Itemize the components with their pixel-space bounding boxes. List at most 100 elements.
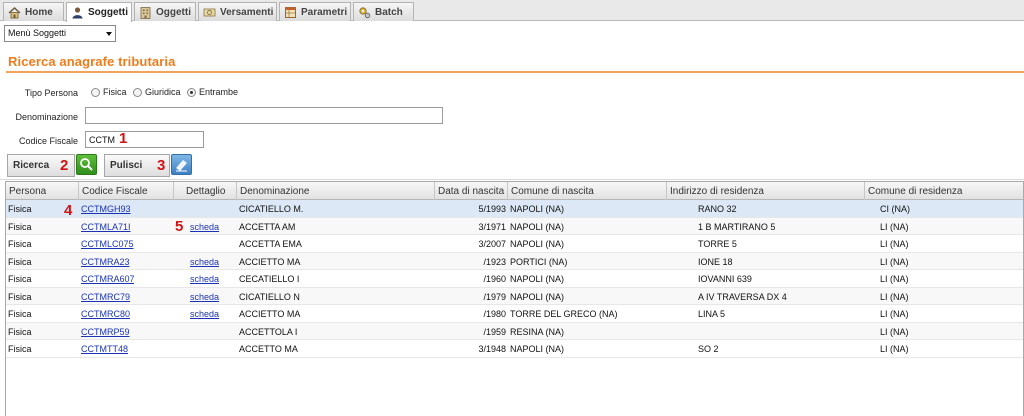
tab-versamenti[interactable]: Versamenti: [198, 2, 277, 21]
annotation-number: 2: [60, 157, 69, 174]
comune-residenza-cell: LI (NA): [880, 291, 909, 302]
comune-nascita-cell: NAPOLI (NA): [510, 221, 565, 232]
codice-fiscale-link[interactable]: CCTMLA71I: [79, 218, 134, 235]
indirizzo-cell: A IV TRAVERSA DX 4: [698, 291, 787, 302]
persona-cell: Fisica: [8, 326, 32, 337]
scheda-link[interactable]: scheda: [188, 253, 237, 270]
denominazione-cell: ACCIETTO MA: [239, 309, 301, 319]
tab-oggetti[interactable]: Oggetti: [134, 2, 196, 21]
comune-residenza-cell: LI (NA): [880, 344, 909, 354]
denominazione-cell: CICATIELLO M.: [239, 204, 304, 214]
search-icon[interactable]: [76, 154, 97, 175]
chevron-down-icon: [106, 32, 112, 36]
persona-cell: Fisica: [8, 309, 32, 319]
annotation-number: 5: [175, 218, 184, 235]
column-header-comune-nascita[interactable]: Comune di nascita: [508, 182, 667, 200]
table-row[interactable]: Fisica CCTMLA71I scheda ACCETTA AM 3/1971 NAP…: [6, 217, 1023, 235]
table-row[interactable]: Fisica CCTMRP59 ACCETTOLA I/1959 RESINA (NA…: [6, 322, 1023, 340]
radio-button[interactable]: [187, 87, 196, 97]
codice-fiscale-link[interactable]: CCTMRP59: [79, 323, 134, 340]
table-row[interactable]: Fisica CCTMRA607 scheda CECATIELLO I/1960 NA…: [6, 270, 1023, 288]
codice-fiscale-link[interactable]: CCTMRA607: [79, 270, 134, 287]
tab-label: Soggetti: [88, 7, 128, 18]
comune-nascita-cell: NAPOLI (NA): [510, 291, 565, 302]
tab-label: Versamenti: [220, 6, 274, 18]
comune-nascita-cell: TORRE DEL GRECO (NA): [510, 309, 618, 319]
column-header-denominazione[interactable]: Denominazione: [237, 182, 435, 200]
denominazione-input[interactable]: [85, 107, 443, 124]
toolbar-separator: [0, 179, 1024, 180]
radio-giuridica[interactable]: Giuridica: [133, 87, 181, 97]
radio-fisica[interactable]: Fisica: [91, 87, 127, 97]
denominazione-cell: CICATIELLO N: [239, 291, 300, 302]
indirizzo-cell: [696, 323, 865, 340]
coins-icon: [203, 6, 216, 19]
data-nascita-cell: /1923: [483, 256, 506, 267]
table-row[interactable]: Fisica CCTMRA23 scheda ACCIETTO MA/1923 PORT…: [6, 252, 1023, 270]
tab-parametri[interactable]: Parametri: [279, 2, 351, 21]
comune-residenza-cell: LI (NA): [880, 326, 909, 337]
codice-fiscale-link[interactable]: CCTMGH93: [79, 200, 134, 217]
tab-batch[interactable]: Batch: [353, 2, 414, 21]
table-row[interactable]: Fisica CCTMLC075 ACCETTA EMA 3/2007 NAPOLI (…: [6, 235, 1023, 253]
table-icon: [284, 6, 297, 19]
scheda-link[interactable]: scheda: [188, 288, 237, 305]
codice-fiscale-link[interactable]: CCTMTT48: [79, 340, 134, 357]
tab-soggetti[interactable]: Soggetti: [66, 2, 132, 22]
comune-residenza-cell: LI (NA): [880, 256, 909, 267]
scheda-link: [188, 323, 237, 340]
table-row[interactable]: Fisica CCTMRC79 scheda CICATIELLO N/1979 NAP…: [6, 287, 1023, 305]
clear-button-label: Pulisci: [110, 160, 143, 171]
menu-select-value: Menù Soggetti: [8, 28, 67, 38]
indirizzo-cell: IOVANNI 639: [698, 274, 752, 284]
column-header-comune-residenza[interactable]: Comune di residenza: [865, 182, 1023, 200]
table-row[interactable]: Fisica CCTMTT48 ACCETTO MA 3/1948 NAPOLI (NA…: [6, 340, 1023, 358]
denominazione-cell: ACCETTO MA: [239, 344, 298, 354]
codice-fiscale-link[interactable]: CCTMRC79: [79, 288, 134, 305]
data-nascita-cell: /1959: [483, 326, 506, 337]
column-header-codice-fiscale[interactable]: Codice Fiscale: [79, 182, 174, 200]
search-button-label: Ricerca: [13, 160, 50, 171]
table-row[interactable]: Fisica CCTMGH93 CICATIELLO M. 5/1993 NAPOLI …: [6, 200, 1023, 218]
radio-entrambe[interactable]: Entrambe: [187, 87, 238, 97]
eraser-icon[interactable]: [171, 154, 192, 175]
comune-residenza-cell: LI (NA): [880, 274, 909, 284]
denominazione-cell: ACCIETTO MA: [239, 256, 301, 267]
tab-label: Parametri: [301, 6, 348, 18]
codice-fiscale-link[interactable]: CCTMRC80: [79, 305, 134, 322]
data-nascita-cell: 5/1993: [478, 204, 506, 214]
column-header-dettaglio[interactable]: Dettaglio: [174, 182, 237, 200]
codice-fiscale-input[interactable]: CCTM: [85, 131, 204, 148]
scheda-link[interactable]: scheda: [188, 270, 237, 287]
persona-cell: Fisica: [8, 291, 32, 302]
codice-fiscale-link[interactable]: CCTMLC075: [79, 235, 134, 252]
comune-residenza-cell: LI (NA): [880, 309, 909, 319]
radio-label: Giuridica: [145, 87, 181, 97]
column-header-data-nascita[interactable]: Data di nascita: [435, 182, 508, 200]
comune-nascita-cell: RESINA (NA): [510, 326, 565, 337]
radio-label: Fisica: [103, 87, 127, 97]
comune-nascita-cell: NAPOLI (NA): [510, 274, 565, 284]
persona-cell: Fisica: [8, 221, 32, 232]
denominazione-cell: ACCETTA EMA: [239, 239, 302, 249]
title-underline: [6, 71, 1024, 73]
scheda-link[interactable]: scheda: [188, 218, 237, 235]
menu-select[interactable]: Menù Soggetti: [4, 25, 116, 42]
column-header-indirizzo[interactable]: Indirizzo di residenza: [667, 182, 865, 200]
building-icon: [139, 6, 152, 19]
table-row[interactable]: Fisica CCTMRC80 scheda ACCIETTO MA/1980 TORR…: [6, 305, 1023, 323]
person-icon: [71, 6, 84, 19]
radio-button[interactable]: [133, 87, 142, 97]
data-nascita-cell: 3/1948: [478, 344, 506, 354]
page-title: Ricerca anagrafe tributaria: [8, 54, 176, 69]
persona-cell: Fisica: [8, 274, 32, 284]
results-grid: Persona Codice Fiscale Dettaglio Denomin…: [5, 181, 1024, 416]
tab-home[interactable]: Home: [3, 2, 64, 21]
scheda-link[interactable]: scheda: [188, 305, 237, 322]
data-nascita-cell: /1979: [483, 291, 506, 302]
column-header-persona[interactable]: Persona: [6, 182, 79, 200]
codice-fiscale-link[interactable]: CCTMRA23: [79, 253, 134, 270]
comune-nascita-cell: NAPOLI (NA): [510, 239, 565, 249]
scheda-link: [188, 235, 237, 252]
radio-button[interactable]: [91, 87, 100, 97]
